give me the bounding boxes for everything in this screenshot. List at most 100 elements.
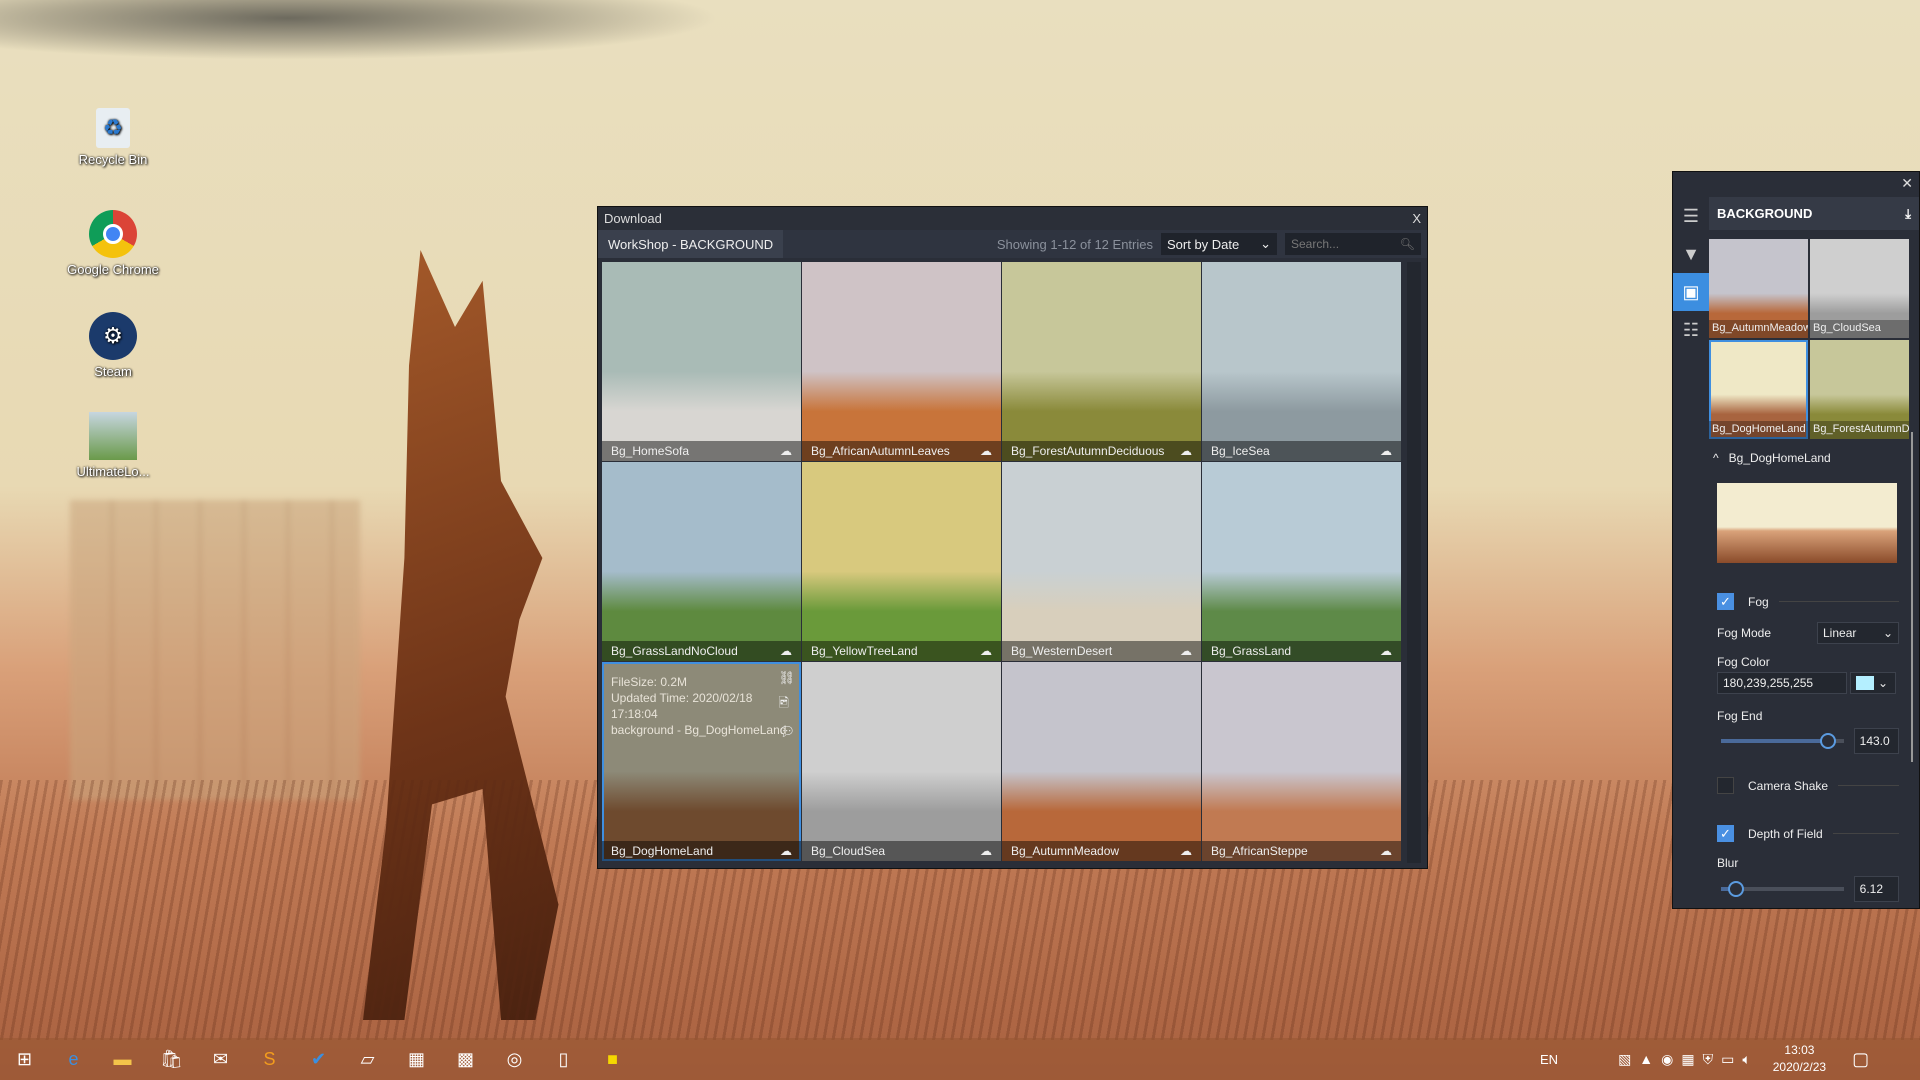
tile-label: Bg_GrassLandNoCloud☁: [602, 641, 801, 661]
download-icon[interactable]: ⤓: [1905, 206, 1911, 222]
panel-scrollbar[interactable]: [1911, 432, 1913, 762]
cloud-download-icon[interactable]: ☁: [1180, 444, 1192, 458]
blur-input[interactable]: 6.12: [1854, 876, 1899, 902]
steam-icon: ⚙: [89, 312, 137, 360]
recycle-bin-icon: ♻: [96, 108, 130, 148]
document-icon[interactable]: ▯: [539, 1038, 588, 1080]
cloud-download-icon[interactable]: ☁: [980, 644, 992, 658]
settings-sliders-icon[interactable]: ☷: [1673, 311, 1709, 349]
mail-icon[interactable]: ✉: [196, 1038, 245, 1080]
fog-color-input[interactable]: 180,239,255,255: [1717, 672, 1847, 694]
game-icon[interactable]: ▩: [441, 1038, 490, 1080]
sublime-icon[interactable]: S: [245, 1038, 294, 1080]
desktop-icon-chrome[interactable]: Google Chrome: [58, 210, 168, 277]
fog-checkbox[interactable]: ✓: [1717, 593, 1734, 610]
background-tile[interactable]: Bg_CloudSea☁: [802, 662, 1001, 861]
notepad-icon[interactable]: ▱: [343, 1038, 392, 1080]
slider-handle[interactable]: [1820, 733, 1836, 749]
tile-label: Bg_AutumnMeadow: [1709, 320, 1808, 338]
title-bar: DownloadX: [598, 207, 1427, 230]
sort-dropdown[interactable]: Sort by Date⌄: [1161, 233, 1277, 255]
tile-label: Bg_WesternDesert☁: [1002, 641, 1201, 661]
background-tile[interactable]: Bg_GrassLandNoCloud☁: [602, 462, 801, 661]
chevron-down-icon: ⌄: [1878, 676, 1888, 690]
background-tile[interactable]: Bg_ForestAutumnDeciduous☁: [1002, 262, 1201, 461]
edge-icon[interactable]: e: [49, 1038, 98, 1080]
background-tile[interactable]: Bg_WesternDesert☁: [1002, 462, 1201, 661]
pet-icon[interactable]: ▼: [1673, 235, 1709, 273]
download-window: DownloadX WorkShop - BACKGROUND Showing …: [597, 206, 1428, 869]
close-button[interactable]: ✕: [1901, 175, 1913, 192]
search-input[interactable]: Search...🔍︎: [1285, 233, 1421, 255]
sticky-notes-icon[interactable]: ■: [588, 1038, 637, 1080]
cloud-download-icon[interactable]: ☁: [780, 644, 792, 658]
cloud-download-icon[interactable]: ☁: [980, 444, 992, 458]
tile-label: Bg_CloudSea: [1810, 320, 1909, 338]
cloud-download-icon[interactable]: ☁: [780, 844, 792, 858]
desktop-icon-steam[interactable]: ⚙ Steam: [58, 312, 168, 379]
background-tile[interactable]: Bg_CloudSea: [1810, 239, 1909, 338]
background-tile[interactable]: Bg_DogHomeLand☁FileSize: 0.2MUpdated Tim…: [602, 662, 801, 861]
clock[interactable]: 13:032020/2/23: [1773, 1042, 1826, 1076]
cloud-download-icon[interactable]: ☁: [1180, 644, 1192, 658]
todo-icon[interactable]: ✔: [294, 1038, 343, 1080]
background-tile[interactable]: Bg_AfricanSteppe☁: [1202, 662, 1401, 861]
collapse-icon[interactable]: ^: [1713, 451, 1719, 465]
background-tile[interactable]: Bg_AfricanAutumnLeaves☁: [802, 262, 1001, 461]
tray-icons[interactable]: ▧▲◉▦⛨▭🔈︎: [1618, 1051, 1759, 1068]
background-image-icon[interactable]: ▣: [1673, 273, 1709, 311]
blur-slider[interactable]: [1721, 887, 1844, 891]
tile-label: Bg_ForestAutumnDeciduous: [1810, 421, 1909, 439]
calculator-icon[interactable]: ▦: [392, 1038, 441, 1080]
close-button[interactable]: X: [1412, 211, 1421, 226]
store-icon[interactable]: 🛍︎: [147, 1038, 196, 1080]
comment-icon[interactable]: 💬︎: [778, 724, 795, 740]
background-tile[interactable]: Bg_IceSea☁: [1202, 262, 1401, 461]
background-tile[interactable]: Bg_GrassLand☁: [1202, 462, 1401, 661]
file-explorer-icon[interactable]: ▬: [98, 1038, 147, 1080]
background-tile[interactable]: Bg_AutumnMeadow: [1709, 239, 1808, 338]
tile-label: Bg_DogHomeLand☁: [602, 841, 801, 861]
language-indicator[interactable]: EN: [1540, 1052, 1558, 1067]
cloud-download-icon[interactable]: ☁: [980, 844, 992, 858]
notifications-icon[interactable]: ▢: [1836, 1038, 1885, 1080]
depth-of-field-checkbox[interactable]: ✓: [1717, 825, 1734, 842]
cloud-download-icon[interactable]: ☁: [1380, 844, 1392, 858]
search-icon[interactable]: 🔍︎: [1400, 237, 1415, 251]
tile-label: Bg_CloudSea☁: [802, 841, 1001, 861]
chevron-down-icon: ⌄: [1883, 626, 1893, 640]
background-tile[interactable]: Bg_ForestAutumnDeciduous: [1810, 340, 1909, 439]
background-tile[interactable]: Bg_HomeSofa☁: [602, 262, 801, 461]
slider-handle[interactable]: [1728, 881, 1744, 897]
background-tile[interactable]: Bg_AutumnMeadow☁: [1002, 662, 1201, 861]
fog-color-picker[interactable]: ⌄: [1850, 672, 1896, 694]
chrome-taskbar-icon[interactable]: ◎: [490, 1038, 539, 1080]
camera-shake-checkbox[interactable]: [1717, 777, 1734, 794]
background-tile[interactable]: Bg_YellowTreeLand☁: [802, 462, 1001, 661]
cloud-download-icon[interactable]: ☁: [1380, 644, 1392, 658]
image-edit-icon[interactable]: 🖻: [778, 694, 795, 716]
desktop-icon-ultimate-low-poly[interactable]: UltimateLo...: [58, 412, 168, 479]
background-tile[interactable]: Bg_DogHomeLand: [1709, 340, 1808, 439]
fog-end-slider[interactable]: [1721, 739, 1844, 743]
tab-workshop-background[interactable]: WorkShop - BACKGROUND: [598, 230, 783, 258]
fog-mode-dropdown[interactable]: Linear⌄: [1817, 622, 1899, 644]
scrollbar[interactable]: [1407, 262, 1421, 863]
cloud-download-icon[interactable]: ☁: [780, 444, 792, 458]
cloud-download-icon[interactable]: ☁: [1380, 444, 1392, 458]
tile-label: Bg_DogHomeLand: [1709, 421, 1808, 439]
tile-label: Bg_AfricanSteppe☁: [1202, 841, 1401, 861]
tile-label: Bg_GrassLand☁: [1202, 641, 1401, 661]
start-button[interactable]: ⊞: [0, 1038, 49, 1080]
game-thumbnail-icon: [89, 412, 137, 460]
chevron-down-icon: ⌄: [1260, 236, 1271, 252]
wallpaper-fence: [70, 500, 360, 800]
link-icon[interactable]: ⛓: [778, 670, 795, 686]
menu-icon[interactable]: ☰: [1673, 197, 1709, 235]
tile-label: Bg_HomeSofa☁: [602, 441, 801, 461]
fog-end-input[interactable]: 143.0: [1854, 728, 1899, 754]
tile-label: Bg_AutumnMeadow☁: [1002, 841, 1201, 861]
background-grid: Bg_HomeSofa☁Bg_AfricanAutumnLeaves☁Bg_Fo…: [602, 262, 1401, 861]
desktop-icon-recycle-bin[interactable]: ♻ Recycle Bin: [58, 108, 168, 167]
cloud-download-icon[interactable]: ☁: [1180, 844, 1192, 858]
